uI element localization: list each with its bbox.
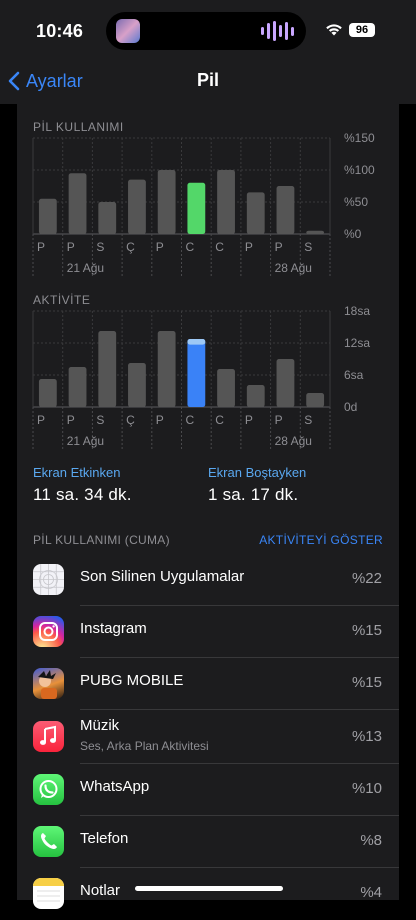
x-tick-label: P [275, 413, 283, 427]
list-item[interactable]: Müzik Ses, Arka Plan Aktivitesi %13 [17, 710, 399, 764]
chart-bar[interactable] [217, 369, 235, 407]
y-tick-label: 12sa [344, 336, 370, 350]
list-item[interactable]: WhatsApp %10 [17, 764, 399, 816]
whatsapp-icon [33, 774, 64, 805]
x-tick-label: P [245, 413, 253, 427]
screen-off-value: 1 sa. 17 dk. [208, 485, 299, 504]
chart-bar[interactable] [128, 363, 146, 407]
chart-bar[interactable] [38, 379, 57, 407]
x-tick-label: P [67, 413, 75, 427]
x-tick-label: C [215, 413, 224, 427]
deleted-apps-icon [33, 564, 64, 595]
battery-indicator: 96 [349, 23, 375, 37]
navigation-bar: Ayarlar Pil [0, 60, 416, 104]
instagram-icon [33, 616, 64, 647]
chart-bar[interactable] [246, 385, 265, 407]
app-percent: %4 [360, 884, 382, 901]
list-item[interactable]: PUBG MOBILE %15 [17, 658, 399, 710]
chart-bar-segment [187, 339, 206, 345]
activity-chart[interactable]: 18sa 12sa 6sa 0d P P S Ç P C C P P S 21 Ağu 28 Ağu [17, 104, 399, 454]
chart-bar[interactable] [157, 331, 176, 407]
y-tick-label: 0d [344, 400, 357, 414]
x-tick-label: S [304, 413, 312, 427]
wifi-icon [326, 24, 342, 36]
list-item[interactable]: Telefon %8 [17, 816, 399, 868]
app-percent: %22 [351, 570, 382, 587]
app-name: PUBG MOBILE [80, 672, 184, 689]
x-tick-label: P [37, 413, 45, 427]
app-name: Son Silinen Uygulamalar [80, 568, 245, 585]
y-tick-label: 6sa [344, 368, 364, 382]
app-name: WhatsApp [80, 778, 150, 795]
screen-off-label: Ekran Boştayken [208, 465, 307, 480]
notes-icon [33, 878, 64, 909]
app-name: Telefon [80, 830, 129, 847]
screen-on-label: Ekran Etkinken [33, 465, 121, 480]
screen-off-stat: Ekran Boştayken 1 sa. 17 dk. [208, 465, 306, 505]
battery-content: PİL KULLANIMI %150 %100 %50 %0 P P S Ç P C C P P S 21 … [17, 104, 399, 909]
show-activity-button[interactable]: AKTİVİTEYİ GÖSTER [259, 533, 383, 547]
list-item[interactable]: Instagram %15 [17, 606, 399, 658]
phone-icon [33, 826, 64, 857]
pubg-icon [33, 668, 64, 699]
app-name: Müzik [80, 717, 120, 734]
x-tick-label: C [186, 413, 195, 427]
home-indicator[interactable] [135, 886, 283, 891]
list-item[interactable]: Notlar %4 [17, 868, 399, 920]
music-icon [33, 721, 64, 752]
app-percent: %15 [351, 622, 382, 639]
chart-bar[interactable] [306, 393, 325, 407]
screen-on-value: 11 sa. 34 dk. [33, 485, 132, 504]
now-playing-artwork [116, 19, 140, 43]
chart-bar[interactable] [98, 331, 117, 407]
app-percent: %13 [351, 728, 382, 745]
date-label: 28 Ağu [275, 434, 312, 448]
screen-on-stat: Ekran Etkinken 11 sa. 34 dk. [33, 465, 132, 505]
status-time: 10:46 [36, 21, 84, 41]
app-subtitle: Ses, Arka Plan Aktivitesi [80, 739, 209, 753]
x-tick-label: S [96, 413, 104, 427]
chart-bar[interactable] [68, 367, 87, 407]
x-tick-label: P [156, 413, 164, 427]
list-item[interactable]: Son Silinen Uygulamalar %22 [17, 554, 399, 606]
dynamic-island[interactable] [106, 12, 306, 50]
app-percent: %15 [351, 674, 382, 691]
y-tick-label: 18sa [344, 304, 370, 318]
status-bar: 10:46 96 [0, 0, 416, 60]
app-percent: %8 [360, 832, 382, 849]
app-list-header: PİL KULLANIMI (CUMA) [33, 533, 170, 547]
page-title: Pil [196, 70, 219, 90]
audio-waveform-icon [261, 21, 294, 41]
date-label: 21 Ağu [67, 434, 104, 448]
chart-bar[interactable] [187, 339, 206, 407]
app-percent: %10 [351, 780, 382, 797]
x-tick-label: Ç [126, 413, 135, 427]
app-name: Notlar [80, 882, 121, 899]
app-usage-list: Son Silinen Uygulamalar %22 Instagram %1… [17, 554, 399, 920]
chart-bar[interactable] [276, 359, 295, 407]
app-name: Instagram [80, 620, 147, 637]
